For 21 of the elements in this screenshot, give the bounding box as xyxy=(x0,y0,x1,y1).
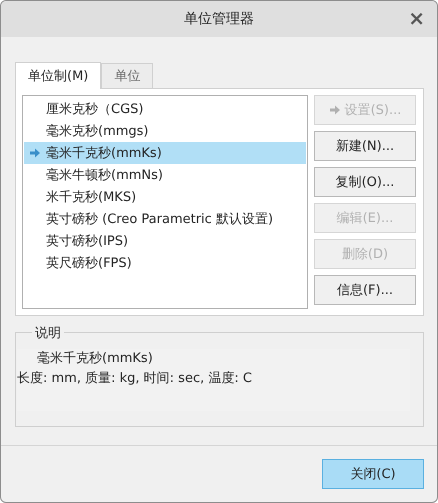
list-item[interactable]: 英寸磅秒(IPS) xyxy=(24,230,306,252)
description-text: 长度: mm, 质量: kg, 时间: sec, 温度: C xyxy=(17,370,253,388)
list-item[interactable]: 英尺磅秒(FPS) xyxy=(24,252,306,274)
action-button[interactable]: 复制(O)... xyxy=(314,167,416,197)
arrow-icon xyxy=(328,104,341,116)
list-item[interactable]: 米千克秒(MKS) xyxy=(24,186,306,208)
action-button[interactable]: 新建(N)... xyxy=(314,131,416,161)
list-item[interactable]: 英寸磅秒 (Creo Parametric 默认设置) xyxy=(24,208,306,230)
description-name: 毫米千克秒(mmKs) xyxy=(36,350,154,368)
close-dialog-button[interactable]: 关闭(C) xyxy=(322,459,424,489)
arrow-icon xyxy=(29,147,41,159)
list-item[interactable]: 毫米克秒(mmgs) xyxy=(24,120,306,142)
window-title: 单位管理器 xyxy=(184,10,254,28)
group-title: 说明 xyxy=(32,324,64,342)
list-item[interactable]: 毫米千克秒(mmKs) xyxy=(24,142,306,164)
tab[interactable]: 单位 xyxy=(101,63,154,88)
close-button[interactable]: × xyxy=(406,8,427,28)
action-button[interactable]: 信息(F)... xyxy=(314,275,416,305)
tab[interactable]: 单位制(M) xyxy=(15,62,102,89)
list-item[interactable]: 毫米牛顿秒(mmNs) xyxy=(24,164,306,186)
list-item[interactable]: 厘米克秒（CGS) xyxy=(24,98,306,120)
